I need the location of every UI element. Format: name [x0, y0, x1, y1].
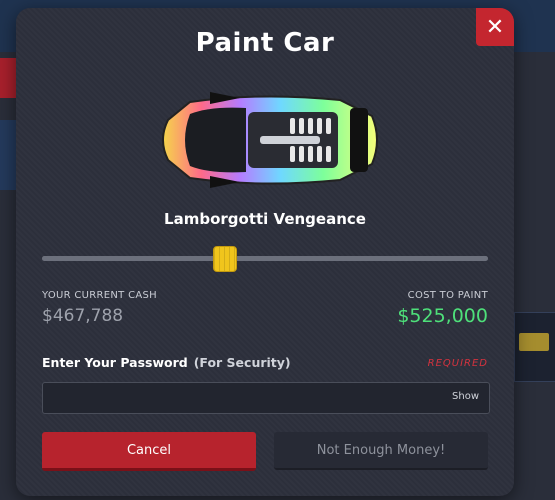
cost-to-paint-label: COST TO PAINT	[407, 290, 488, 301]
show-password-button[interactable]: Show	[452, 391, 479, 402]
password-label-text: Enter Your Password	[42, 355, 188, 370]
password-field[interactable]: Show	[42, 382, 490, 414]
paint-slider[interactable]	[42, 246, 488, 272]
required-indicator: REQUIRED	[427, 358, 488, 369]
current-cash-value: $467,788	[42, 306, 124, 326]
car-name: Lamborgotti Vengeance	[164, 210, 366, 228]
slider-track-fill	[42, 256, 488, 261]
slider-thumb[interactable]	[212, 246, 237, 272]
background-gold-badge	[519, 333, 549, 351]
password-label: Enter Your Password (For Security)	[42, 355, 291, 370]
current-cash-label: YOUR CURRENT CASH	[42, 290, 157, 301]
cancel-button[interactable]: Cancel	[42, 432, 256, 471]
cost-to-paint-value: $525,000	[397, 305, 488, 327]
password-hint: (For Security)	[193, 355, 291, 370]
modal-title: Paint Car	[195, 28, 335, 58]
not-enough-money-button: Not Enough Money!	[274, 432, 488, 470]
paint-car-modal: ✕ Paint Car Lamborgotti Vengeance YOUR C…	[16, 8, 514, 496]
car-image	[162, 92, 378, 188]
